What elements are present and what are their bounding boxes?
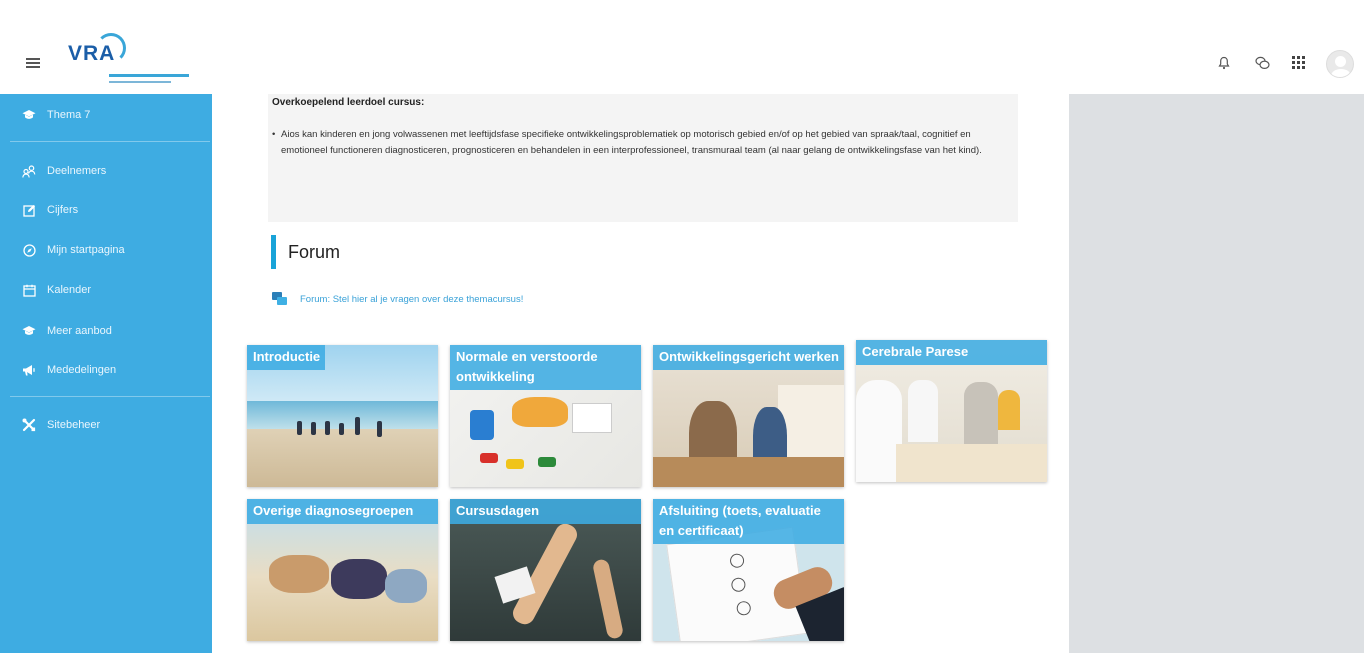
users-icon [22,164,36,178]
tile-cursusdagen[interactable]: Cursusdagen [450,499,641,641]
tile-label: Afsluiting (toets, evaluatie en certific… [653,499,844,544]
megaphone-icon [22,363,36,377]
logo-tagline-line [109,74,189,77]
bullet-marker: • [272,129,276,140]
right-side-panel [1069,94,1364,653]
sidebar-item-mijn-startpagina[interactable]: Mijn startpagina [0,239,212,261]
bell-icon[interactable] [1216,56,1232,72]
forum-icon [272,292,288,306]
tile-normale-en-verstoorde-ontwikkeling[interactable]: Normale en verstoorde ontwikkeling [450,345,641,487]
tile-label: Overige diagnosegroepen [247,499,438,524]
sidebar-item-label: Mededelingen [47,364,117,376]
tile-afsluiting[interactable]: Afsluiting (toets, evaluatie en certific… [653,499,844,641]
sidebar-item-mededelingen[interactable]: Mededelingen [0,359,212,381]
tile-overige-diagnosegroepen[interactable]: Overige diagnosegroepen [247,499,438,641]
course-goal-text: • Aios kan kinderen en jong volwassenen … [272,127,1012,159]
sidebar-item-label: Mijn startpagina [47,244,125,256]
tile-label: Cerebrale Parese [856,340,1047,365]
pencil-square-icon [22,203,36,217]
logo-text: VRA [68,42,116,65]
tile-label: Normale en verstoorde ontwikkeling [450,345,641,390]
tile-label: Cursusdagen [450,499,641,524]
sidebar-item-label: Kalender [47,284,92,296]
top-icons [1194,50,1354,78]
sidebar-item-label: Deelnemers [47,165,107,177]
menu-icon[interactable] [26,58,40,68]
sidebar-item-thema-7[interactable]: Thema 7 [0,104,212,126]
course-goal-title: Overkoepelend leerdoel cursus: [272,97,425,108]
sidebar-item-label: Thema 7 [47,109,91,121]
chat-icon[interactable] [1254,56,1270,72]
logo-tagline-line-2 [109,81,171,83]
apps-grid-icon[interactable] [1292,56,1308,72]
forum-link-label: Forum: Stel hier al je vragen over deze … [300,293,524,305]
section-accent-bar [271,235,276,269]
course-goal-bullet: Aios kan kinderen en jong volwassenen me… [281,129,982,156]
sidebar-item-cijfers[interactable]: Cijfers [0,199,212,221]
tools-icon [22,418,36,432]
sidebar-item-deelnemers[interactable]: Deelnemers [0,160,212,182]
sidebar-item-sitebeheer[interactable]: Sitebeheer [0,414,212,436]
graduation-cap-icon [22,108,36,122]
tile-label: Ontwikkelingsgericht werken [653,345,844,370]
compass-icon [22,243,36,257]
sidebar-item-label: Cijfers [47,204,79,216]
sidebar-item-label: Meer aanbod [47,325,112,337]
tile-ontwikkelingsgericht-werken[interactable]: Ontwikkelingsgericht werken [653,345,844,487]
graduation-cap-icon [22,324,36,338]
sidebar: Thema 7 Deelnemers Cijfers Mijn startpag… [0,94,212,653]
user-avatar[interactable] [1326,50,1354,78]
section-title: Forum [288,242,341,262]
forum-link[interactable]: Forum: Stel hier al je vragen over deze … [272,292,523,306]
sidebar-divider [10,396,210,397]
sidebar-item-label: Sitebeheer [47,419,101,431]
tile-label: Introductie [247,345,326,370]
tile-introductie[interactable]: Introductie [247,345,438,487]
tile-cerebrale-parese[interactable]: Cerebrale Parese [856,340,1047,482]
main-content: Overkoepelend leerdoel cursus: • Aios ka… [212,94,1069,653]
sidebar-item-kalender[interactable]: Kalender [0,279,212,301]
sidebar-divider [10,141,210,142]
site-logo[interactable]: VRA [62,32,192,96]
sidebar-item-meer-aanbod[interactable]: Meer aanbod [0,320,212,342]
top-navbar: VRA [0,14,1364,94]
calendar-icon [22,283,36,297]
